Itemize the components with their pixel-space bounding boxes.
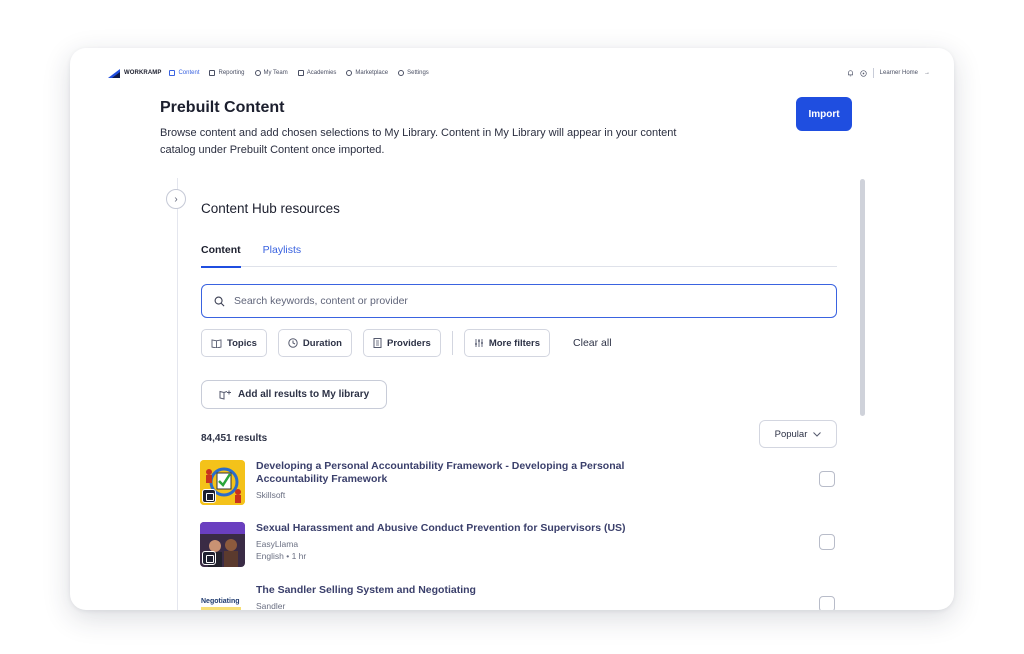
arrow-right-icon: →: [924, 70, 930, 76]
filter-divider: [451, 331, 453, 355]
sort-label: Popular: [774, 428, 808, 440]
content-thumbnail: Negotiating: [200, 584, 245, 610]
item-provider: Sandler: [256, 601, 286, 610]
learner-home-link[interactable]: Learner Home: [880, 70, 918, 76]
filter-label: Duration: [302, 337, 342, 349]
nav-item-settings[interactable]: Settings: [398, 70, 429, 76]
clear-all-link[interactable]: Clear all: [573, 337, 612, 349]
nav-item-academies[interactable]: Academies: [297, 70, 337, 76]
item-title[interactable]: The Sandler Selling System and Negotiati…: [256, 584, 676, 597]
bell-icon[interactable]: [847, 69, 854, 77]
clock-icon: [288, 338, 298, 348]
app-window: WORKRAMP Content Reporting My Team Acade…: [70, 48, 954, 610]
more-filters-button[interactable]: More filters: [463, 329, 551, 357]
tab-playlists[interactable]: Playlists: [263, 244, 302, 267]
search-input[interactable]: [234, 295, 836, 307]
nav-item-label: Marketplace: [355, 70, 389, 76]
team-icon: [254, 70, 261, 76]
content-type-badge: [202, 489, 216, 503]
list-item[interactable]: Sexual Harassment and Abusive Conduct Pr…: [200, 520, 840, 582]
filter-label: Providers: [386, 337, 431, 349]
content-icon: [169, 70, 176, 76]
page-description: Browse content and add chosen selections…: [160, 127, 677, 156]
nav-item-label: My Team: [263, 70, 288, 76]
item-meta: The Sandler Selling System and Negotiati…: [256, 584, 676, 610]
add-all-to-library-button[interactable]: Add all results to My library: [201, 380, 388, 409]
item-title[interactable]: Sexual Harassment and Abusive Conduct Pr…: [256, 522, 676, 535]
nav-item-reporting[interactable]: Reporting: [209, 70, 245, 76]
nav-right: Learner Home →: [847, 68, 930, 78]
search-box[interactable]: [201, 284, 837, 318]
results-count: 84,451 results: [201, 433, 268, 444]
chevron-down-icon: [813, 431, 822, 437]
item-meta: Sexual Harassment and Abusive Conduct Pr…: [256, 522, 676, 561]
library-add-icon: [219, 390, 231, 400]
section-title: Content Hub resources: [201, 201, 340, 216]
import-button[interactable]: Import: [796, 97, 852, 131]
item-details: English • 1 hr: [256, 551, 307, 561]
item-title[interactable]: Developing a Personal Accountability Fra…: [256, 460, 676, 486]
reporting-icon: [209, 70, 216, 76]
thumbnail-accent-bar: [201, 607, 241, 610]
filter-label: More filters: [488, 337, 541, 349]
negotiating-thumbnail-text: Negotiating: [201, 598, 240, 605]
top-nav: WORKRAMP Content Reporting My Team Acade…: [108, 66, 930, 80]
list-item[interactable]: Developing a Personal Accountability Fra…: [200, 458, 840, 520]
workramp-logo-icon: [108, 68, 120, 78]
settings-icon: [398, 70, 405, 76]
nav-item-marketplace[interactable]: Marketplace: [346, 70, 388, 76]
workramp-logo[interactable]: WORKRAMP: [108, 68, 162, 78]
select-checkbox[interactable]: [819, 471, 835, 487]
nav-item-my-team[interactable]: My Team: [254, 70, 288, 76]
item-provider: Skillsoft: [256, 490, 286, 500]
marketplace-icon: [346, 70, 353, 76]
select-checkbox[interactable]: [819, 534, 835, 550]
search-icon: [214, 296, 225, 306]
nav-item-label: Academies: [306, 70, 337, 76]
tab-content[interactable]: Content: [201, 244, 241, 268]
filter-providers-button[interactable]: Providers: [362, 329, 441, 357]
filter-duration-button[interactable]: Duration: [277, 329, 352, 357]
content-thumbnail: [200, 522, 245, 567]
chevron-right-icon: ›: [174, 193, 178, 205]
nav-item-content[interactable]: Content: [169, 70, 199, 76]
academies-icon: [297, 70, 304, 76]
tab-bar: Content Playlists: [201, 244, 837, 268]
nav-item-label: Reporting: [218, 70, 245, 76]
content-thumbnail: [200, 460, 245, 505]
filter-label: Topics: [227, 337, 257, 349]
building-icon: [373, 338, 382, 348]
item-meta: Developing a Personal Accountability Fra…: [256, 460, 676, 500]
nav-item-label: Settings: [407, 70, 429, 76]
expand-panel-button[interactable]: ›: [166, 189, 186, 209]
page-title: Prebuilt Content: [160, 99, 285, 116]
filter-bar: Topics Duration Providers More filters C…: [201, 329, 612, 357]
results-list: Developing a Personal Accountability Fra…: [200, 458, 840, 610]
sliders-icon: [474, 339, 483, 347]
filter-topics-button[interactable]: Topics: [201, 329, 267, 357]
brand-name: WORKRAMP: [124, 70, 162, 76]
sort-dropdown[interactable]: Popular: [759, 420, 837, 448]
select-checkbox[interactable]: [819, 596, 835, 610]
book-icon: [211, 338, 222, 348]
nav-divider: [872, 68, 874, 78]
add-all-label: Add all results to My library: [238, 389, 370, 400]
nav-item-label: Content: [178, 70, 200, 76]
side-rail: [177, 178, 178, 610]
content-type-badge: [202, 551, 216, 565]
help-icon[interactable]: [859, 69, 867, 77]
item-provider: EasyLlama: [256, 539, 299, 549]
scrollbar-thumb[interactable]: [860, 179, 865, 416]
list-item[interactable]: Negotiating The Sandler Selling System a…: [200, 582, 840, 610]
